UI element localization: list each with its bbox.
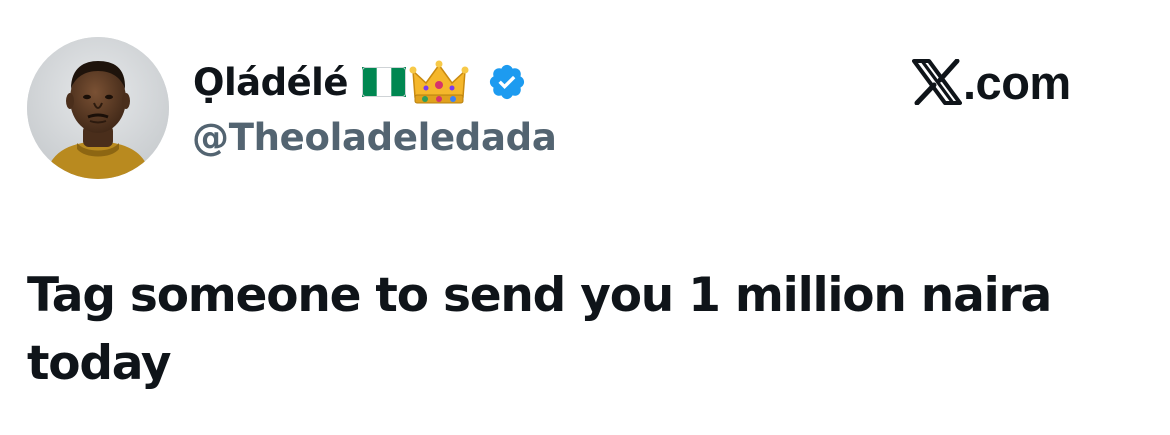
tweet-text: Tag someone to send you 1 million naira … [27, 268, 1052, 391]
site-label: .com [912, 52, 1071, 112]
avatar-image [27, 37, 169, 179]
tweet-card: Ọládélé @Theoladeledada .com Tag someone… [0, 0, 1170, 435]
author-name-row[interactable]: Ọládélé [193, 56, 527, 108]
avatar[interactable] [27, 37, 169, 179]
author-handle[interactable]: @Theoladeledada [192, 116, 557, 159]
verified-badge-icon[interactable] [487, 62, 527, 102]
x-logo-icon [912, 58, 962, 106]
site-domain-text: .com [963, 55, 1071, 109]
nigeria-flag-icon [361, 66, 407, 98]
crown-icon [409, 57, 469, 107]
author-display-name[interactable]: Ọládélé [193, 61, 348, 104]
